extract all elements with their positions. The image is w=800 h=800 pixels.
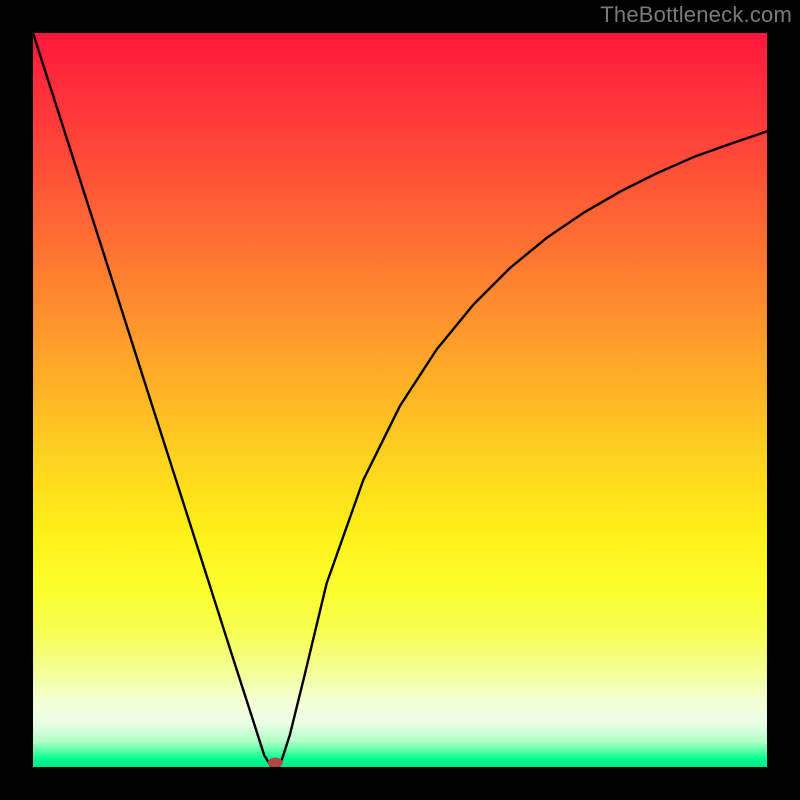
curve-svg (33, 33, 767, 767)
plot-area (33, 33, 767, 767)
bottleneck-curve (33, 33, 767, 767)
watermark-text: TheBottleneck.com (600, 2, 792, 28)
chart-frame: TheBottleneck.com (0, 0, 800, 800)
minimum-marker (268, 758, 283, 767)
